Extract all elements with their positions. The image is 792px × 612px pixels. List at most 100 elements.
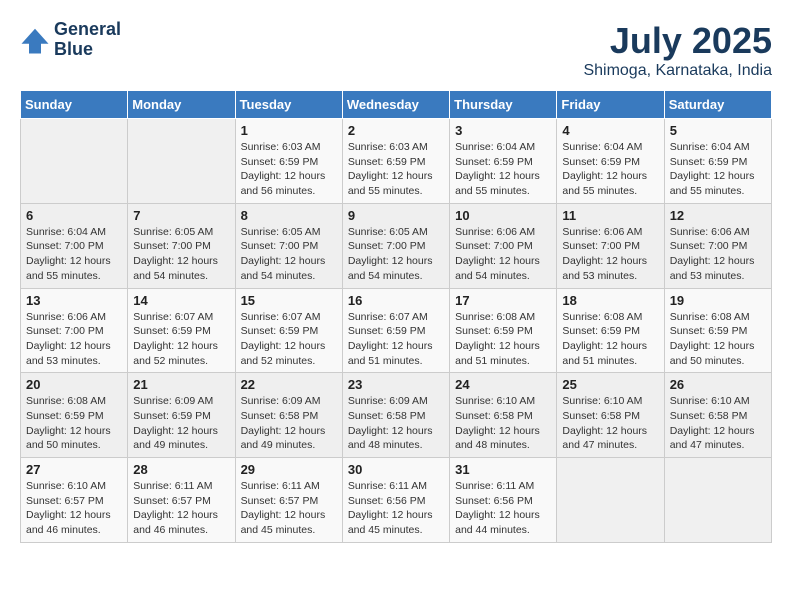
day-number: 27 xyxy=(26,462,122,477)
calendar-day-cell: 18 Sunrise: 6:08 AMSunset: 6:59 PMDayligh… xyxy=(557,288,664,373)
day-number: 24 xyxy=(455,377,551,392)
calendar-week-row: 6 Sunrise: 6:04 AMSunset: 7:00 PMDaylight… xyxy=(21,203,772,288)
calendar-body: 1 Sunrise: 6:03 AMSunset: 6:59 PMDaylight… xyxy=(21,119,772,543)
calendar-day-cell: 5 Sunrise: 6:04 AMSunset: 6:59 PMDaylight… xyxy=(664,119,771,204)
day-info: Sunrise: 6:04 AMSunset: 6:59 PMDaylight:… xyxy=(455,140,551,199)
day-info: Sunrise: 6:07 AMSunset: 6:59 PMDaylight:… xyxy=(348,310,444,369)
day-info: Sunrise: 6:11 AMSunset: 6:56 PMDaylight:… xyxy=(348,479,444,538)
calendar-day-cell: 25 Sunrise: 6:10 AMSunset: 6:58 PMDayligh… xyxy=(557,373,664,458)
day-info: Sunrise: 6:09 AMSunset: 6:58 PMDaylight:… xyxy=(348,394,444,453)
day-number: 1 xyxy=(241,123,337,138)
day-info: Sunrise: 6:10 AMSunset: 6:58 PMDaylight:… xyxy=(455,394,551,453)
calendar-day-cell: 24 Sunrise: 6:10 AMSunset: 6:58 PMDayligh… xyxy=(450,373,557,458)
day-of-week-header: Thursday xyxy=(450,91,557,119)
calendar-day-cell: 16 Sunrise: 6:07 AMSunset: 6:59 PMDayligh… xyxy=(342,288,449,373)
calendar-day-cell: 27 Sunrise: 6:10 AMSunset: 6:57 PMDayligh… xyxy=(21,458,128,543)
logo-icon xyxy=(20,25,50,55)
day-info: Sunrise: 6:11 AMSunset: 6:57 PMDaylight:… xyxy=(241,479,337,538)
calendar-day-cell xyxy=(664,458,771,543)
calendar-day-cell: 22 Sunrise: 6:09 AMSunset: 6:58 PMDayligh… xyxy=(235,373,342,458)
day-info: Sunrise: 6:08 AMSunset: 6:59 PMDaylight:… xyxy=(562,310,658,369)
day-number: 4 xyxy=(562,123,658,138)
day-info: Sunrise: 6:04 AMSunset: 6:59 PMDaylight:… xyxy=(562,140,658,199)
day-number: 2 xyxy=(348,123,444,138)
day-number: 26 xyxy=(670,377,766,392)
calendar-day-cell: 7 Sunrise: 6:05 AMSunset: 7:00 PMDaylight… xyxy=(128,203,235,288)
day-info: Sunrise: 6:05 AMSunset: 7:00 PMDaylight:… xyxy=(133,225,229,284)
calendar-week-row: 13 Sunrise: 6:06 AMSunset: 7:00 PMDayligh… xyxy=(21,288,772,373)
day-number: 13 xyxy=(26,293,122,308)
day-info: Sunrise: 6:11 AMSunset: 6:56 PMDaylight:… xyxy=(455,479,551,538)
calendar-day-cell: 8 Sunrise: 6:05 AMSunset: 7:00 PMDaylight… xyxy=(235,203,342,288)
day-number: 17 xyxy=(455,293,551,308)
day-number: 20 xyxy=(26,377,122,392)
logo: General Blue xyxy=(20,20,121,60)
calendar-day-cell: 26 Sunrise: 6:10 AMSunset: 6:58 PMDayligh… xyxy=(664,373,771,458)
day-number: 25 xyxy=(562,377,658,392)
day-info: Sunrise: 6:03 AMSunset: 6:59 PMDaylight:… xyxy=(241,140,337,199)
day-number: 14 xyxy=(133,293,229,308)
day-number: 8 xyxy=(241,208,337,223)
calendar-subtitle: Shimoga, Karnataka, India xyxy=(583,62,772,80)
calendar-day-cell xyxy=(21,119,128,204)
calendar-week-row: 20Sunrise: 6:08 AMSunset: 6:59 PMDayligh… xyxy=(21,373,772,458)
day-info: Sunrise: 6:05 AMSunset: 7:00 PMDaylight:… xyxy=(348,225,444,284)
day-info: Sunrise: 6:06 AMSunset: 7:00 PMDaylight:… xyxy=(670,225,766,284)
day-of-week-header: Sunday xyxy=(21,91,128,119)
day-info: Sunrise: 6:03 AMSunset: 6:59 PMDaylight:… xyxy=(348,140,444,199)
calendar-day-cell: 9Sunrise: 6:05 AMSunset: 7:00 PMDaylight… xyxy=(342,203,449,288)
logo-text: General Blue xyxy=(54,20,121,60)
calendar-day-cell xyxy=(557,458,664,543)
day-number: 12 xyxy=(670,208,766,223)
calendar-day-cell: 3Sunrise: 6:04 AMSunset: 6:59 PMDaylight… xyxy=(450,119,557,204)
calendar-day-cell: 15 Sunrise: 6:07 AMSunset: 6:59 PMDayligh… xyxy=(235,288,342,373)
day-number: 21 xyxy=(133,377,229,392)
page-header: General Blue July 2025 Shimoga, Karnatak… xyxy=(20,20,772,80)
calendar-day-cell: 11Sunrise: 6:06 AMSunset: 7:00 PMDayligh… xyxy=(557,203,664,288)
calendar-day-cell: 1 Sunrise: 6:03 AMSunset: 6:59 PMDaylight… xyxy=(235,119,342,204)
calendar-day-cell: 31 Sunrise: 6:11 AMSunset: 6:56 PMDayligh… xyxy=(450,458,557,543)
calendar-day-cell: 23Sunrise: 6:09 AMSunset: 6:58 PMDayligh… xyxy=(342,373,449,458)
day-info: Sunrise: 6:06 AMSunset: 7:00 PMDaylight:… xyxy=(26,310,122,369)
day-info: Sunrise: 6:07 AMSunset: 6:59 PMDaylight:… xyxy=(133,310,229,369)
calendar-table: SundayMondayTuesdayWednesdayThursdayFrid… xyxy=(20,90,772,543)
calendar-week-row: 27 Sunrise: 6:10 AMSunset: 6:57 PMDayligh… xyxy=(21,458,772,543)
day-info: Sunrise: 6:08 AMSunset: 6:59 PMDaylight:… xyxy=(455,310,551,369)
calendar-header-row: SundayMondayTuesdayWednesdayThursdayFrid… xyxy=(21,91,772,119)
day-number: 28 xyxy=(133,462,229,477)
day-info: Sunrise: 6:09 AMSunset: 6:59 PMDaylight:… xyxy=(133,394,229,453)
day-info: Sunrise: 6:10 AMSunset: 6:58 PMDaylight:… xyxy=(670,394,766,453)
day-info: Sunrise: 6:04 AMSunset: 6:59 PMDaylight:… xyxy=(670,140,766,199)
calendar-day-cell xyxy=(128,119,235,204)
day-info: Sunrise: 6:10 AMSunset: 6:57 PMDaylight:… xyxy=(26,479,122,538)
day-number: 31 xyxy=(455,462,551,477)
calendar-day-cell: 19Sunrise: 6:08 AMSunset: 6:59 PMDayligh… xyxy=(664,288,771,373)
calendar-day-cell: 4 Sunrise: 6:04 AMSunset: 6:59 PMDaylight… xyxy=(557,119,664,204)
day-of-week-header: Wednesday xyxy=(342,91,449,119)
calendar-day-cell: 28Sunrise: 6:11 AMSunset: 6:57 PMDayligh… xyxy=(128,458,235,543)
day-number: 18 xyxy=(562,293,658,308)
day-info: Sunrise: 6:05 AMSunset: 7:00 PMDaylight:… xyxy=(241,225,337,284)
day-info: Sunrise: 6:07 AMSunset: 6:59 PMDaylight:… xyxy=(241,310,337,369)
day-of-week-header: Friday xyxy=(557,91,664,119)
day-number: 16 xyxy=(348,293,444,308)
day-number: 15 xyxy=(241,293,337,308)
day-number: 22 xyxy=(241,377,337,392)
day-info: Sunrise: 6:04 AMSunset: 7:00 PMDaylight:… xyxy=(26,225,122,284)
calendar-day-cell: 17 Sunrise: 6:08 AMSunset: 6:59 PMDayligh… xyxy=(450,288,557,373)
day-of-week-header: Saturday xyxy=(664,91,771,119)
day-info: Sunrise: 6:09 AMSunset: 6:58 PMDaylight:… xyxy=(241,394,337,453)
title-block: July 2025 Shimoga, Karnataka, India xyxy=(583,20,772,80)
calendar-day-cell: 6 Sunrise: 6:04 AMSunset: 7:00 PMDaylight… xyxy=(21,203,128,288)
day-info: Sunrise: 6:10 AMSunset: 6:58 PMDaylight:… xyxy=(562,394,658,453)
calendar-week-row: 1 Sunrise: 6:03 AMSunset: 6:59 PMDaylight… xyxy=(21,119,772,204)
day-number: 19 xyxy=(670,293,766,308)
day-info: Sunrise: 6:06 AMSunset: 7:00 PMDaylight:… xyxy=(455,225,551,284)
calendar-day-cell: 20Sunrise: 6:08 AMSunset: 6:59 PMDayligh… xyxy=(21,373,128,458)
calendar-title: July 2025 xyxy=(583,20,772,62)
day-number: 6 xyxy=(26,208,122,223)
day-number: 5 xyxy=(670,123,766,138)
calendar-day-cell: 12 Sunrise: 6:06 AMSunset: 7:00 PMDayligh… xyxy=(664,203,771,288)
calendar-day-cell: 29Sunrise: 6:11 AMSunset: 6:57 PMDayligh… xyxy=(235,458,342,543)
day-number: 7 xyxy=(133,208,229,223)
